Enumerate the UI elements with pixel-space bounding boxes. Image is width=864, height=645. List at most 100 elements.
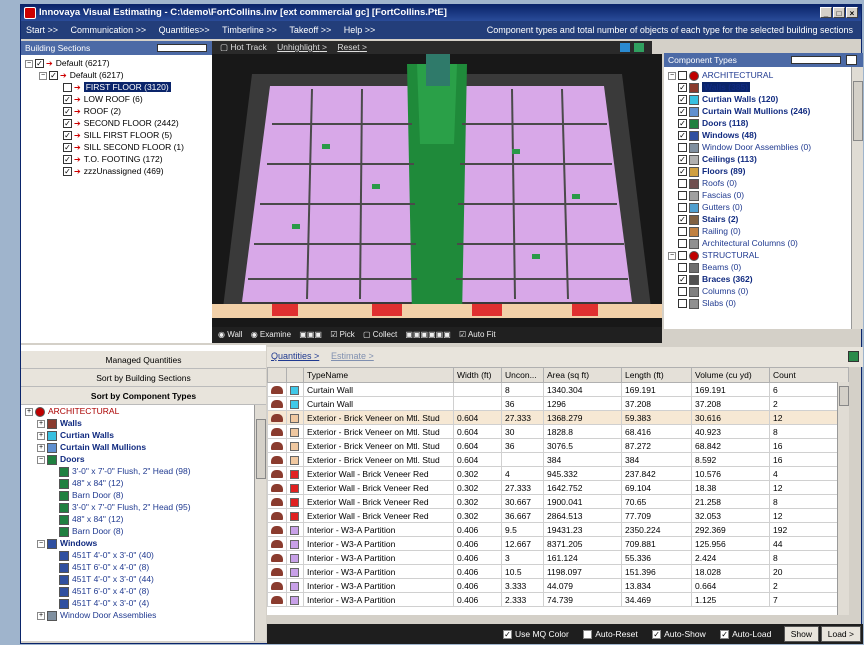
quantity-tree-row[interactable]: + Curtian Walls	[21, 429, 266, 441]
component-type-row[interactable]: − ARCHITECTURAL	[664, 69, 863, 81]
checkbox[interactable]: ✓	[49, 71, 58, 81]
checkbox[interactable]	[678, 179, 687, 189]
view-layout-icon[interactable]	[634, 43, 644, 52]
tree-row[interactable]: ➔ FIRST FLOOR (3120)	[21, 81, 229, 93]
checkbox[interactable]: ✓	[678, 119, 687, 129]
auto-reset-checkbox[interactable]: Auto-Reset	[583, 624, 638, 644]
column-uncon[interactable]: Uncon...	[501, 367, 544, 383]
component-type-row[interactable]: ✓ Curtain Wall Mullions (246)	[664, 105, 863, 117]
checkbox[interactable]: ✓	[63, 107, 72, 117]
show-button[interactable]: Show	[783, 626, 819, 642]
checkbox[interactable]: ✓	[678, 275, 687, 285]
model-3d-view[interactable]	[212, 54, 662, 327]
tree-row[interactable]: ✓ ➔ SILL SECOND FLOOR (1)	[21, 141, 229, 153]
quantity-tree-row[interactable]: 3'-0" x 7'-0" Flush, 2" Head (98)	[21, 465, 266, 477]
column-area[interactable]: Area (sq ft)	[543, 367, 622, 383]
component-type-row[interactable]: ✓ Floors (89)	[664, 165, 863, 177]
quantity-tree-row[interactable]: − Windows	[21, 537, 266, 549]
expand-icon[interactable]: −	[37, 539, 45, 548]
component-type-row[interactable]: Slabs (0)	[664, 297, 863, 309]
export-icon[interactable]	[848, 351, 859, 362]
navigation-icons[interactable]: ▣▣▣▣▣▣	[405, 327, 450, 343]
table-row[interactable]: Interior - W3-A Partition 0.406 10.5 1198.0…	[267, 564, 849, 579]
table-row[interactable]: Interior - W3-A Partition 0.406 3 161.124 55…	[267, 550, 849, 565]
table-row[interactable]: Exterior - Brick Veneer on Mtl. Stud 0.60…	[267, 438, 849, 453]
checkbox[interactable]: ✓	[678, 155, 687, 165]
use-mq-color-checkbox[interactable]: ✓ Use MQ Color	[503, 624, 569, 644]
quantity-tree-row[interactable]: 451T 6'-0" x 4'-0" (8)	[21, 561, 266, 573]
component-type-row[interactable]: Architectural Columns (0)	[664, 237, 863, 249]
checkbox[interactable]: ✓	[678, 167, 687, 177]
unhighlight-link[interactable]: Unhighlight >	[277, 41, 327, 54]
expand-icon[interactable]: +	[37, 443, 45, 452]
table-row[interactable]: Curtain Wall 8 1340.304 169.191 169.191 6	[267, 382, 849, 397]
column-length[interactable]: Length (ft)	[621, 367, 692, 383]
tree-row[interactable]: ✓ ➔ T.O. FOOTING (172)	[21, 153, 229, 165]
component-types-slider[interactable]	[791, 56, 841, 64]
component-type-row[interactable]: Roofs (0)	[664, 177, 863, 189]
table-row[interactable]: Exterior - Brick Veneer on Mtl. Stud 0.60…	[267, 410, 849, 425]
menu-help[interactable]: Help >>	[339, 21, 381, 39]
quantity-tree-row[interactable]: 451T 4'-0" x 3'-0" (44)	[21, 573, 266, 585]
expand-icon[interactable]: −	[39, 71, 47, 80]
wall-mode-radio[interactable]: ◉ Wall	[218, 327, 242, 343]
component-type-row[interactable]: ✓ Curtian Walls (120)	[664, 93, 863, 105]
expand-icon[interactable]: +	[37, 419, 45, 428]
checkbox[interactable]	[678, 71, 687, 81]
table-row[interactable]: Interior - W3-A Partition 0.406 2.333 74.73…	[267, 592, 849, 607]
expand-icon[interactable]: −	[37, 455, 45, 464]
building-sections-slider[interactable]	[157, 44, 207, 52]
component-type-row[interactable]: Columns (0)	[664, 285, 863, 297]
close-icon[interactable]: ×	[846, 7, 858, 18]
component-type-row[interactable]: ✓ Braces (362)	[664, 273, 863, 285]
checkbox[interactable]: ✓	[63, 167, 72, 177]
column-typename[interactable]: TypeName	[303, 367, 454, 383]
component-type-row[interactable]: ✓ Ceilings (113)	[664, 153, 863, 165]
checkbox[interactable]: ✓	[678, 215, 687, 225]
component-type-row[interactable]: Fascias (0)	[664, 189, 863, 201]
table-row[interactable]: Exterior Wall - Brick Veneer Red 0.302 4 94…	[267, 466, 849, 481]
auto-load-checkbox[interactable]: ✓ Auto-Load	[720, 624, 771, 644]
load-button[interactable]: Load >	[820, 626, 861, 642]
quantity-tree-row[interactable]: Barn Door (8)	[21, 489, 266, 501]
checkbox[interactable]: ✓	[63, 131, 72, 141]
table-row[interactable]: Interior - W3-A Partition 0.406 12.667 8371…	[267, 536, 849, 551]
component-type-row[interactable]: Window Door Assemblies (0)	[664, 141, 863, 153]
checkbox[interactable]: ✓	[678, 107, 687, 117]
quantity-tree-row[interactable]: Barn Door (8)	[21, 525, 266, 537]
checkbox[interactable]	[678, 287, 687, 297]
component-type-row[interactable]: ✓ Windows (48)	[664, 129, 863, 141]
expand-icon[interactable]: −	[25, 59, 33, 68]
checkbox[interactable]	[678, 203, 687, 213]
expand-icon[interactable]: +	[25, 407, 33, 416]
checkbox[interactable]	[678, 143, 687, 153]
table-row[interactable]: Interior - W3-A Partition 0.406 9.5 19431.2…	[267, 522, 849, 537]
collect-checkbox[interactable]: ▢ Collect	[363, 327, 397, 343]
checkbox[interactable]	[678, 251, 687, 261]
auto-fit-checkbox[interactable]: ☑ Auto Fit	[459, 327, 496, 343]
maximize-icon[interactable]: □	[833, 7, 845, 18]
component-type-row[interactable]: Railing (0)	[664, 225, 863, 237]
checkbox[interactable]	[678, 227, 687, 237]
component-type-row[interactable]: − STRUCTURAL	[664, 249, 863, 261]
column-volume[interactable]: Volume (cu yd)	[691, 367, 770, 383]
checkbox[interactable]: ✓	[678, 83, 687, 93]
menu-takeoff[interactable]: Takeoff >>	[284, 21, 336, 39]
quantity-tree-row[interactable]: − Doors	[21, 453, 266, 465]
expand-icon[interactable]: +	[37, 611, 45, 620]
hot-track-toggle[interactable]: ▢ Hot Track	[220, 41, 267, 54]
quantity-tree-row[interactable]: 48" x 84" (12)	[21, 477, 266, 489]
table-row[interactable]: Exterior Wall - Brick Veneer Red 0.302 36.…	[267, 508, 849, 523]
examine-mode-radio[interactable]: ◉ Examine	[251, 327, 291, 343]
table-row[interactable]: Curtain Wall 36 1296 37.208 37.208 2	[267, 396, 849, 411]
sort-by-types-button[interactable]: Sort by Component Types	[21, 387, 266, 405]
menu-quantities[interactable]: Quantities>>	[154, 21, 215, 39]
checkbox[interactable]	[678, 299, 687, 309]
tree-row[interactable]: ✓ ➔ LOW ROOF (6)	[21, 93, 229, 105]
table-row[interactable]: Exterior Wall - Brick Veneer Red 0.302 30.…	[267, 494, 849, 509]
checkbox[interactable]: ✓	[63, 95, 72, 105]
expand-icon[interactable]: −	[668, 251, 676, 260]
quantity-tree-row[interactable]: + Walls	[21, 417, 266, 429]
component-type-row[interactable]: Gutters (0)	[664, 201, 863, 213]
checkbox[interactable]: ✓	[63, 119, 72, 129]
